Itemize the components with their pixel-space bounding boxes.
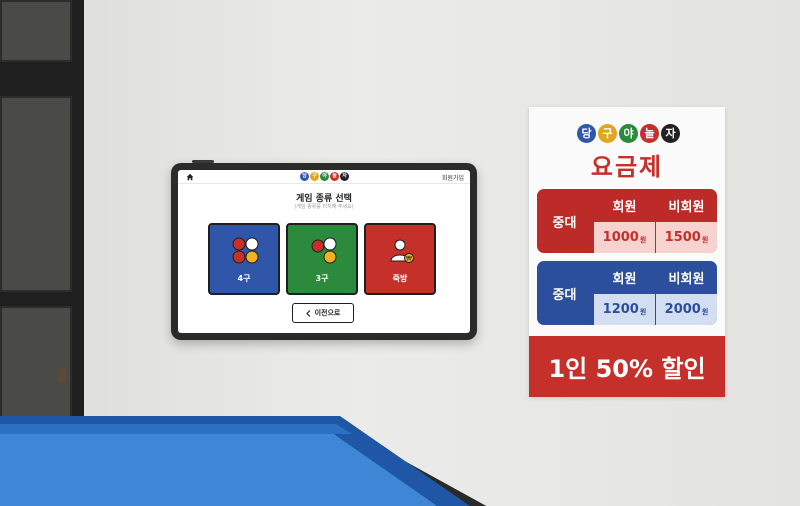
logo-char: 구 — [310, 172, 319, 181]
price-unit: 원 — [701, 235, 709, 244]
person-coin-icon: ₩ — [390, 239, 414, 263]
logo-char: 당 — [577, 124, 596, 143]
four-ball-icon — [232, 237, 259, 264]
price-unit: 원 — [701, 307, 709, 316]
previous-button-label: 이전으로 — [314, 309, 341, 317]
previous-button[interactable]: 이전으로 — [292, 303, 354, 323]
game-option-3ball[interactable]: 3구 — [286, 223, 358, 295]
top-bar: 당 구 야 놀 자 회원가입 — [178, 170, 470, 184]
game-option-label: 3구 — [315, 274, 329, 283]
price-value: 2000 — [664, 302, 701, 317]
logo-char: 구 — [598, 124, 617, 143]
cabinet-panel — [0, 96, 72, 292]
game-option-4ball[interactable]: 4구 — [208, 223, 280, 295]
nonmember-header: 비회원 — [668, 271, 705, 287]
tablet-kiosk: 당 구 야 놀 자 회원가입 게임 종류 선택 (게임 종류를 터치해 주세요)… — [171, 163, 477, 340]
game-option-label: 죽방 — [392, 274, 408, 283]
table-size-label: 중대 — [552, 287, 577, 303]
nonmember-price: 2000 원 — [656, 294, 717, 325]
member-header: 회원 — [612, 271, 637, 287]
logo-char: 놀 — [330, 172, 339, 181]
price-unit: 원 — [639, 235, 647, 244]
logo-char: 자 — [340, 172, 349, 181]
price-table: 중대 회원 비회원 1200 원 2000 원 — [537, 261, 717, 325]
join-link[interactable]: 회원가입 — [442, 173, 464, 182]
page-subtitle: (게임 종류를 터치해 주세요) — [294, 204, 354, 210]
tablet-screen: 당 구 야 놀 자 회원가입 게임 종류 선택 (게임 종류를 터치해 주세요)… — [178, 170, 470, 333]
logo-char: 당 — [300, 172, 309, 181]
three-ball-icon — [311, 237, 337, 264]
discount-banner: 1인 50% 할인 — [529, 336, 725, 397]
billiard-table — [0, 416, 487, 506]
logo-char: 야 — [619, 124, 638, 143]
game-option-jukbang[interactable]: ₩ 죽방 — [364, 223, 436, 295]
home-icon[interactable] — [186, 173, 194, 181]
nonmember-header: 비회원 — [668, 199, 705, 215]
price-unit: 원 — [639, 307, 647, 316]
cabinet-knob — [58, 368, 66, 382]
cabinet-panel — [0, 0, 72, 62]
svg-text:₩: ₩ — [406, 256, 412, 263]
price-value: 1500 — [664, 230, 701, 245]
poster-title: 요금제 — [590, 153, 664, 181]
chevron-left-icon — [305, 309, 311, 317]
game-option-label: 4구 — [237, 274, 251, 283]
brand-logo: 당 구 야 놀 자 — [300, 172, 349, 181]
table-size-label: 중대 — [552, 215, 577, 231]
cabinet — [0, 0, 84, 430]
price-table: 중대 회원 비회원 1000 원 1500 원 — [537, 189, 717, 253]
member-header: 회원 — [612, 199, 637, 215]
nonmember-price: 1500 원 — [656, 222, 717, 253]
price-value: 1200 — [602, 302, 639, 317]
price-value: 1000 — [602, 230, 639, 245]
pricing-poster: 당 구 야 놀 자 요금제 중대 회원 비회원 1000 원 1500 원 중대 회… — [529, 107, 725, 397]
logo-char: 자 — [661, 124, 680, 143]
member-price: 1000 원 — [594, 222, 655, 253]
logo-char: 야 — [320, 172, 329, 181]
poster-logo: 당 구 야 놀 자 — [577, 124, 680, 143]
member-price: 1200 원 — [594, 294, 655, 325]
logo-char: 놀 — [640, 124, 659, 143]
